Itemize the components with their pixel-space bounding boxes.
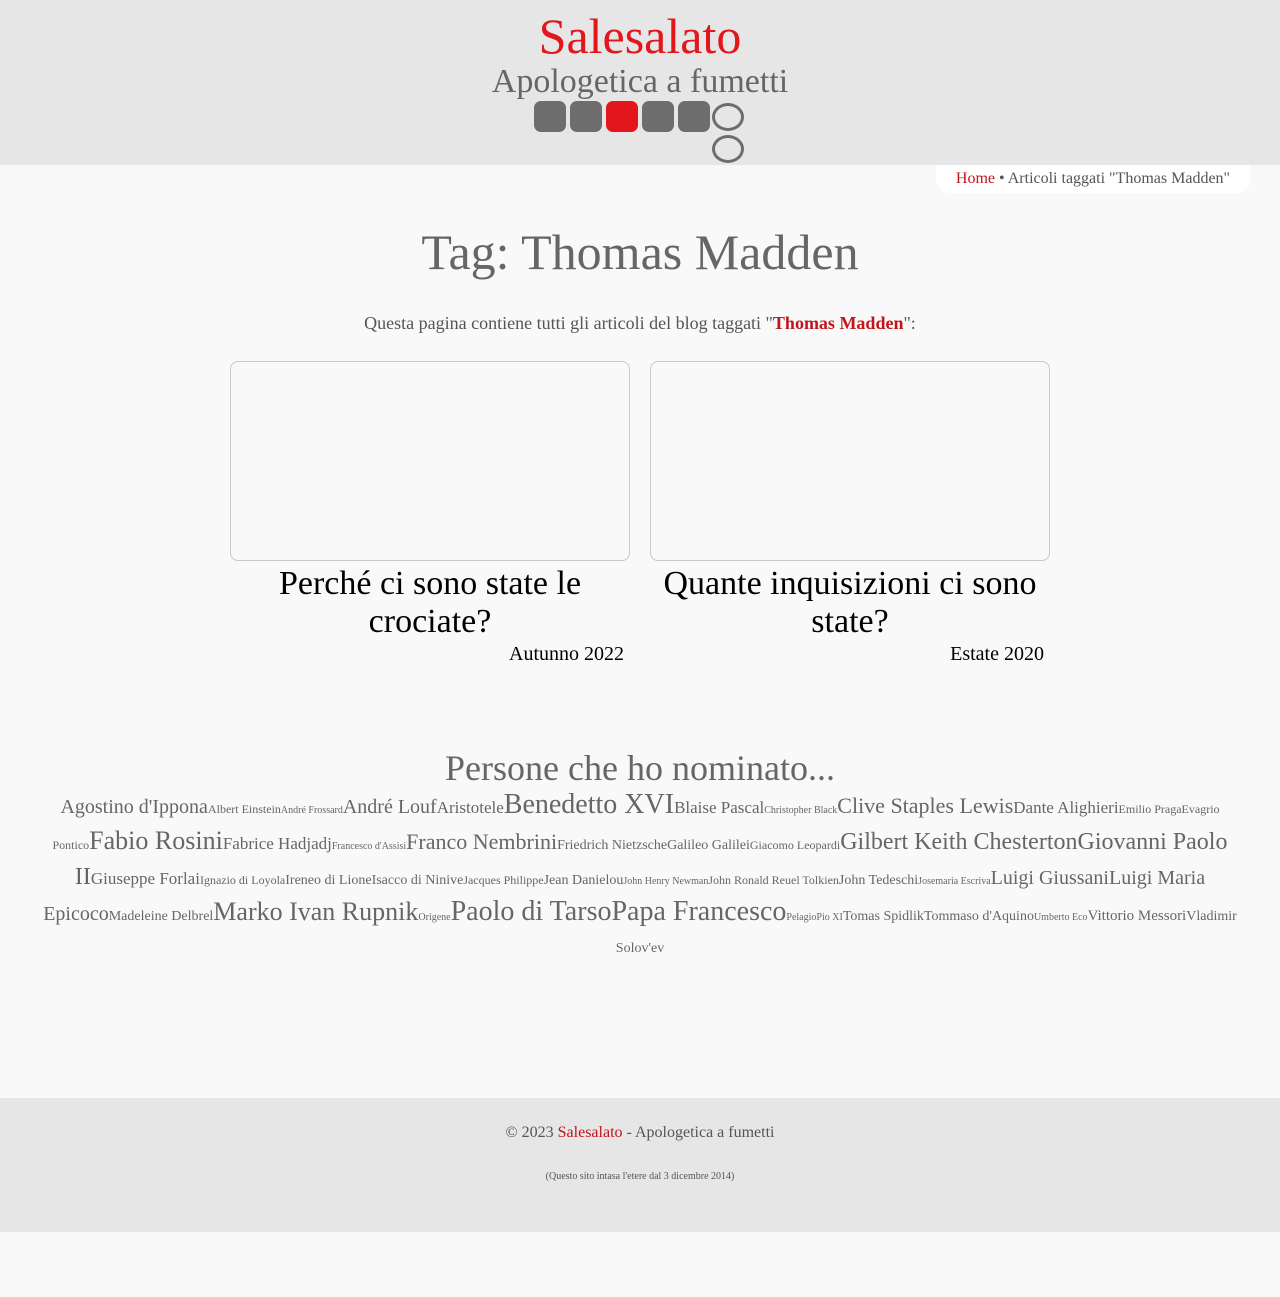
site-header: Salesalato Apologetica a fumetti <box>0 0 1280 165</box>
tag-cloud-link[interactable]: Benedetto XVI <box>504 789 674 820</box>
breadcrumb: Home • Articoli taggati "Thomas Madden" <box>936 165 1250 193</box>
tag-cloud: Agostino d'IpponaAlbert EinsteinAndré Fr… <box>20 790 1260 964</box>
tag-cloud-link[interactable]: Giacomo Leopardi <box>750 838 840 852</box>
tag-cloud-link[interactable]: Fabio Rosini <box>89 826 223 855</box>
tag-cloud-link[interactable]: Luigi Giussani <box>991 867 1109 889</box>
tag-cloud-link[interactable]: Marko Ivan Rupnik <box>213 897 418 926</box>
tag-cloud-link[interactable]: Josemaria Escriva <box>918 876 990 887</box>
tag-cloud-link[interactable]: Francesco d'Assisi <box>332 841 406 852</box>
tag-cloud-link[interactable]: Pio XI <box>816 912 842 923</box>
intro-after: ": <box>903 313 916 333</box>
article-thumbnail[interactable] <box>650 361 1050 561</box>
menu-button-4[interactable] <box>642 101 674 132</box>
menu-button-1[interactable] <box>534 101 566 132</box>
article-card: Quante inquisizioni ci sono state? Estat… <box>650 361 1050 667</box>
site-subtitle: Apologetica a fumetti <box>491 63 789 100</box>
article-thumbnail[interactable] <box>230 361 630 561</box>
main-menu <box>534 101 754 167</box>
article-title-link[interactable]: Perché ci sono state le crociate? <box>230 565 630 641</box>
site-footer <box>0 1098 1280 1232</box>
tag-cloud-link[interactable]: John Tedeschi <box>839 873 918 888</box>
page-title: Tag: Thomas Madden <box>421 224 859 280</box>
tag-cloud-link[interactable]: Origene <box>418 912 450 923</box>
tag-cloud-link[interactable]: Tomas Spidlik <box>843 909 924 924</box>
article-title-link[interactable]: Quante inquisizioni ci sono state? <box>650 565 1050 641</box>
tag-cloud-link[interactable]: Tommaso d'Aquino <box>924 909 1034 924</box>
tag-cloud-link[interactable]: André Frossard <box>281 805 343 816</box>
intro-text: Questa pagina contiene tutti gli articol… <box>0 311 1280 335</box>
tag-cloud-title: Persone che ho nominato... <box>445 748 835 788</box>
tag-cloud-link[interactable]: Emilio Praga <box>1119 802 1182 816</box>
tag-cloud-link[interactable]: Jacques Philippe <box>463 873 543 887</box>
tag-cloud-link[interactable]: Fabrice Hadjadj <box>223 834 332 853</box>
tag-cloud-link[interactable]: Albert Einstein <box>208 802 281 816</box>
tag-cloud-link[interactable]: Christopher Black <box>764 805 837 816</box>
article-date: Estate 2020 <box>950 643 1044 665</box>
copyright-prefix: © 2023 <box>505 1124 558 1141</box>
tag-cloud-link[interactable]: John Ronald Reuel Tolkien <box>708 873 839 887</box>
tag-cloud-link[interactable]: Ignazio di Loyola <box>200 873 285 887</box>
tag-cloud-link[interactable]: Ireneo di Lione <box>285 873 371 888</box>
tag-cloud-link[interactable]: Madeleine Delbrel <box>109 909 214 924</box>
tag-cloud-link[interactable]: John Henry Newman <box>623 876 708 887</box>
tag-cloud-link[interactable]: Friedrich Nietzsche <box>557 838 667 853</box>
tag-cloud-link[interactable]: Paolo di Tarso <box>451 896 612 927</box>
tag-cloud-link[interactable]: Jean Danielou <box>544 873 624 888</box>
tag-cloud-link[interactable]: Gilbert Keith Chesterton <box>840 829 1077 855</box>
tag-cloud-link[interactable]: Isacco di Ninive <box>372 873 464 888</box>
copyright-suffix: - Apologetica a fumetti <box>622 1124 775 1141</box>
tag-cloud-link[interactable]: Agostino d'Ippona <box>60 796 207 818</box>
tag-cloud-link[interactable]: Franco Nembrini <box>406 829 557 854</box>
menu-toggle-ring-top[interactable] <box>712 103 744 131</box>
menu-button-3-active[interactable] <box>606 101 638 132</box>
tag-cloud-link[interactable]: Dante Alighieri <box>1013 798 1118 817</box>
intro-tag: Thomas Madden <box>772 313 904 333</box>
tag-cloud-link[interactable]: Papa Francesco <box>611 896 786 927</box>
article-date: Autunno 2022 <box>509 643 624 665</box>
tag-cloud-link[interactable]: Blaise Pascal <box>674 798 764 817</box>
menu-toggle-ring-bottom[interactable] <box>712 135 744 163</box>
breadcrumb-current: Articoli taggati "Thomas Madden" <box>1007 170 1231 187</box>
footer-since-text: (Questo sito intasa l'etere dal 3 dicemb… <box>545 1171 735 1182</box>
menu-button-2[interactable] <box>570 101 602 132</box>
menu-button-5[interactable] <box>678 101 710 132</box>
breadcrumb-separator: • <box>995 170 1008 187</box>
footer-site-link[interactable]: Salesalato <box>558 1124 623 1141</box>
tag-cloud-link[interactable]: Pelagio <box>786 912 816 923</box>
tag-cloud-link[interactable]: Vittorio Messori <box>1088 908 1187 924</box>
tag-cloud-link[interactable]: André Louf <box>343 796 437 818</box>
intro-before: Questa pagina contiene tutti gli articol… <box>364 313 773 333</box>
footer-copyright: © 2023 Salesalato - Apologetica a fumett… <box>0 1123 1280 1143</box>
tag-cloud-link[interactable]: Umberto Eco <box>1034 912 1088 923</box>
article-card: Perché ci sono state le crociate? Autunn… <box>230 361 630 667</box>
site-title-link[interactable]: Salesalato <box>0 8 1280 64</box>
tag-cloud-link[interactable]: Giuseppe Forlai <box>91 869 200 888</box>
breadcrumb-home-link[interactable]: Home <box>956 170 995 187</box>
tag-cloud-link[interactable]: Galileo Galilei <box>667 838 750 853</box>
tag-cloud-link[interactable]: Aristotele <box>437 798 504 817</box>
tag-cloud-link[interactable]: Clive Staples Lewis <box>837 793 1013 818</box>
